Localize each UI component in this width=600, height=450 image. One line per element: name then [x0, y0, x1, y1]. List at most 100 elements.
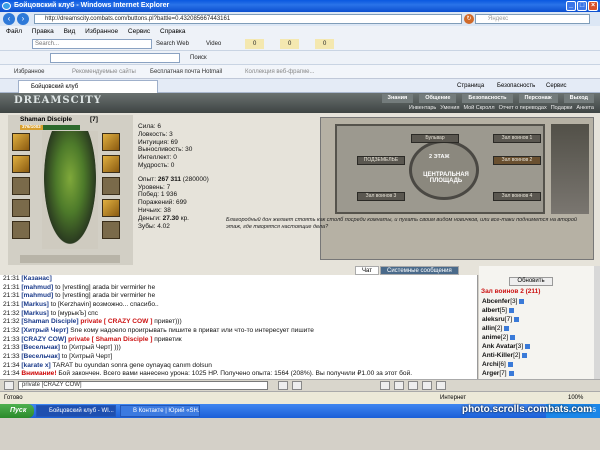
person-name[interactable]: Ank Avatar: [482, 343, 516, 350]
info-icon[interactable]: [522, 352, 528, 358]
minimize-button[interactable]: _: [566, 1, 576, 11]
map-hall-2[interactable]: Зал воинов 2: [493, 156, 541, 165]
online-list-scrollbar[interactable]: [594, 266, 600, 383]
gloves-slot[interactable]: [12, 221, 30, 239]
chat-nick[interactable]: [Shaman Disciple]: [21, 318, 78, 325]
chat-nick[interactable]: [CRAZY COW]: [21, 336, 66, 343]
info-icon[interactable]: [508, 307, 514, 313]
ring-slot-1[interactable]: [102, 133, 120, 151]
go-search-button[interactable]: Поиск: [190, 53, 207, 63]
task-vk[interactable]: В Контакте | Юрий «SH...: [120, 405, 200, 417]
map-hall-4[interactable]: Зал воинов 4: [493, 192, 541, 201]
chat-nick[interactable]: [karate x]: [21, 362, 50, 369]
chat-nick[interactable]: [Markus]: [21, 301, 48, 308]
boots-slot[interactable]: [102, 221, 120, 239]
maximize-button[interactable]: □: [577, 1, 587, 11]
chat-settings-button[interactable]: [422, 381, 432, 390]
info-icon[interactable]: [525, 343, 531, 349]
weapon-slot[interactable]: [12, 155, 30, 173]
person-name[interactable]: allin: [482, 325, 495, 332]
clear-button[interactable]: [292, 381, 302, 390]
subnav-profile[interactable]: Анкета: [576, 104, 594, 112]
chat-nick[interactable]: [mahmud]: [21, 284, 53, 291]
send-button[interactable]: [278, 381, 288, 390]
menu-help[interactable]: Справка: [160, 28, 186, 35]
person-name[interactable]: aleksru: [482, 316, 505, 323]
online-person[interactable]: anime[2]: [482, 333, 598, 342]
close-button[interactable]: ×: [588, 1, 598, 11]
fav-item-webslices[interactable]: Коллекция веб-фрагме...: [245, 65, 314, 79]
tab-combats[interactable]: Бойцовский клуб: [18, 80, 158, 93]
toolbar-search-input[interactable]: Search...: [32, 39, 152, 49]
map-hall-1[interactable]: Зал воинов 1: [493, 134, 541, 143]
subnav-skills[interactable]: Умения: [440, 104, 459, 112]
menu-file[interactable]: Файл: [6, 28, 22, 35]
map-boulevard[interactable]: Бульвар: [411, 134, 459, 143]
chat-nick[interactable]: [mahmud]: [21, 292, 53, 299]
ring-slot-2[interactable]: [102, 155, 120, 173]
online-person[interactable]: Archi[6]: [482, 360, 598, 369]
chat-nick[interactable]: [Весельчак]: [21, 353, 60, 360]
subnav-transfers[interactable]: Отчет о переводах: [499, 104, 547, 112]
safety-menu[interactable]: Безопасность: [497, 79, 535, 93]
page-menu[interactable]: Страница: [457, 79, 484, 93]
map-hall-3[interactable]: Зал воинов 3: [357, 192, 405, 201]
favorites-button[interactable]: Избранное: [14, 65, 44, 79]
menu-favorites[interactable]: Избранное: [85, 28, 118, 35]
chat-nick[interactable]: [Весельчак]: [21, 344, 60, 351]
online-person[interactable]: albert[5]: [482, 306, 598, 315]
refresh-icon[interactable]: ↻: [464, 14, 474, 24]
nav-security[interactable]: Безопасность: [462, 94, 513, 103]
toolbar-2-input[interactable]: [50, 53, 180, 63]
online-person[interactable]: Abcenfer[3]: [482, 297, 598, 306]
menu-view[interactable]: Вид: [64, 28, 76, 35]
online-person[interactable]: aleksru[7]: [482, 315, 598, 324]
belt-slot[interactable]: [12, 199, 30, 217]
central-square[interactable]: [409, 140, 479, 200]
tools-menu[interactable]: Сервис: [546, 79, 567, 93]
nav-exit[interactable]: Выход: [563, 94, 594, 103]
chat-options-button[interactable]: [4, 381, 14, 390]
online-person[interactable]: allin[2]: [482, 324, 598, 333]
search-input[interactable]: Яндекс: [475, 14, 590, 24]
address-bar[interactable]: http://dreamscity.combats.com/buttons.pl…: [34, 14, 462, 24]
info-icon[interactable]: [507, 361, 513, 367]
menu-edit[interactable]: Правка: [32, 28, 54, 35]
chat-nick[interactable]: [Хитрый Черт]: [21, 327, 68, 334]
online-person[interactable]: Ank Avatar[3]: [482, 342, 598, 351]
info-icon[interactable]: [510, 334, 516, 340]
person-name[interactable]: Abcenfer: [482, 298, 510, 305]
info-icon[interactable]: [514, 316, 520, 322]
forward-button[interactable]: ›: [17, 13, 29, 25]
chat-nick[interactable]: [Казанас]: [21, 275, 51, 282]
nav-knowledge[interactable]: Знания: [381, 94, 414, 103]
tab-system-messages[interactable]: Системные сообщения: [380, 266, 459, 275]
menu-tools[interactable]: Сервис: [128, 28, 150, 35]
task-ie[interactable]: Бойцовский клуб - WI...: [36, 405, 116, 417]
back-button[interactable]: ‹: [3, 13, 15, 25]
counter-3[interactable]: 0: [315, 39, 335, 49]
info-icon[interactable]: [504, 325, 510, 331]
person-name[interactable]: anime: [482, 334, 501, 341]
fav-item-hotmail[interactable]: Бесплатная почта Hotmail: [150, 65, 222, 79]
person-name[interactable]: Archi: [482, 361, 499, 368]
start-button[interactable]: Пуск: [0, 404, 34, 418]
chat-input[interactable]: private [CRAZY COW]: [18, 381, 268, 390]
shield-slot[interactable]: [102, 177, 120, 195]
chat-nick[interactable]: [Markus]: [21, 310, 48, 317]
translit-button[interactable]: [394, 381, 404, 390]
amulet-slot[interactable]: [102, 199, 120, 217]
subnav-inventory[interactable]: Инвентарь: [409, 104, 436, 112]
online-person[interactable]: Arger[7]: [482, 369, 598, 378]
smiles-button[interactable]: [380, 381, 390, 390]
filter-button[interactable]: [408, 381, 418, 390]
character-name[interactable]: Shaman Disciple: [20, 116, 72, 123]
counter-1[interactable]: 0: [245, 39, 265, 49]
belt-items-bar[interactable]: [20, 255, 120, 263]
counter-2[interactable]: 0: [280, 39, 300, 49]
fav-item-recommended[interactable]: Рекомендуемые сайты: [72, 65, 136, 79]
nav-character[interactable]: Персонаж: [518, 94, 558, 103]
subnav-gifts[interactable]: Подарки: [551, 104, 573, 112]
subnav-scroll[interactable]: Мой Скролл: [463, 104, 494, 112]
person-name[interactable]: Arger: [482, 370, 499, 377]
